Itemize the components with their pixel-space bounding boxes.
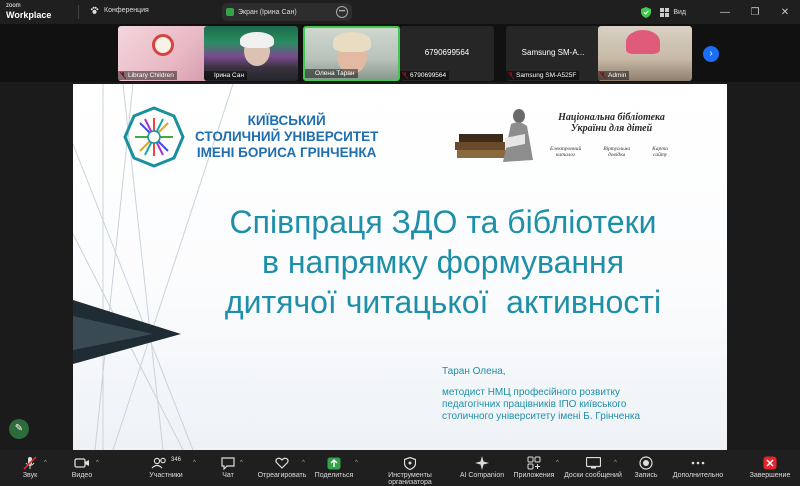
hair — [240, 32, 274, 48]
share-options-chevron-icon[interactable]: ^ — [355, 460, 358, 466]
conference-label: Конференция — [104, 7, 149, 14]
minimize-button[interactable]: — — [710, 0, 740, 24]
zoom-window: zoom Workplace Конференция Экран (Ірина … — [0, 0, 800, 486]
end-button[interactable]: Завершение — [740, 456, 800, 479]
restore-button[interactable]: ❐ — [740, 0, 770, 24]
chat-button[interactable]: Чат — [198, 456, 258, 479]
link-catalog: Електронний каталог — [549, 146, 582, 158]
window-controls: Вид — ❐ ✕ — [641, 0, 800, 24]
next-page-button[interactable]: › — [703, 46, 719, 62]
annotate-button[interactable]: ✎ — [9, 419, 29, 439]
author-position: методист НМЦ професійного розвитку педаг… — [442, 387, 641, 422]
more-button[interactable]: Дополнительно — [666, 456, 730, 479]
title-bar: zoom Workplace Конференция Экран (Ірина … — [0, 0, 800, 24]
view-grid-icon — [660, 7, 670, 17]
divider — [78, 5, 79, 19]
university-logo: КИЇВСЬКИЙ СТОЛИЧНИЙ УНІВЕРСИТЕТ ІМЕНІ БО… — [123, 106, 378, 168]
share-screen-icon — [226, 8, 234, 16]
participant-tile[interactable]: 6790699564 6790699564 — [400, 26, 494, 81]
participant-tile[interactable]: Library Children — [118, 26, 212, 81]
apps-button[interactable]: Приложения — [504, 456, 564, 479]
chat-options-chevron-icon[interactable]: ^ — [240, 460, 243, 466]
conference-button[interactable]: Конференция — [90, 6, 149, 15]
people-icon: 346 — [136, 456, 196, 470]
chat-icon — [198, 456, 258, 470]
avatar — [626, 30, 660, 54]
shared-slide: КИЇВСЬКИЙ СТОЛИЧНИЙ УНІВЕРСИТЕТ ІМЕНІ БО… — [73, 84, 727, 450]
author-name: Таран Олена, — [442, 366, 506, 377]
participant-tile[interactable]: Admin — [598, 26, 692, 81]
author-block: Таран Олена, методист НМЦ професійного р… — [442, 366, 702, 423]
participant-count: 346 — [170, 456, 181, 463]
video-button[interactable]: Видео — [52, 456, 112, 479]
participant-tile[interactable]: Samsung SM-A... Samsung SM-A525F — [506, 26, 600, 81]
link-reference: Віртуальна довідка — [603, 146, 631, 158]
zoom-logo: zoom Workplace — [6, 3, 52, 20]
hair — [333, 32, 371, 52]
audio-options-chevron-icon[interactable]: ^ — [44, 460, 47, 466]
close-window-button[interactable]: ✕ — [770, 0, 800, 24]
library-links: Електронний каталог Віртуальна довідка Кар… — [539, 146, 679, 158]
avatar — [152, 34, 174, 56]
participants-options-chevron-icon[interactable]: ^ — [193, 460, 196, 466]
more-icon — [666, 456, 730, 470]
ai-companion-button[interactable]: AI Companion — [452, 456, 512, 479]
library-title: Національна бібліотека України для дітей — [558, 112, 665, 134]
participant-name: Library Children — [118, 71, 177, 80]
shield-icon — [368, 456, 452, 470]
sparkle-icon — [452, 456, 512, 470]
screen-share-indicator[interactable]: Экран (Ірина Сан) ••• — [222, 3, 352, 21]
university-name: КИЇВСЬКИЙ СТОЛИЧНИЙ УНІВЕРСИТЕТ ІМЕНІ БО… — [195, 113, 379, 160]
library-statue-icon — [455, 109, 533, 162]
more-options-button[interactable]: ••• — [336, 6, 348, 18]
participant-name: Samsung SM-A525F — [506, 71, 580, 80]
apps-icon — [504, 456, 564, 470]
participant-name: Олена Таран — [305, 69, 358, 78]
participant-name: 6790699564 — [400, 71, 450, 80]
participant-name: Ірина Сан — [204, 71, 248, 80]
slide-title: Співпраця ЗДО та бібліотеки в напрямку ф… — [224, 204, 662, 320]
link-sitemap: Карта сайту — [652, 146, 668, 158]
view-button[interactable]: Вид — [673, 9, 686, 16]
video-options-chevron-icon[interactable]: ^ — [96, 460, 99, 466]
end-icon — [740, 456, 800, 470]
participant-name: Admin — [598, 71, 630, 80]
participants-button[interactable]: 346 Участники — [136, 456, 196, 480]
host-tools-button[interactable]: Инструменты организатора — [368, 456, 452, 486]
university-emblem-icon — [123, 106, 185, 168]
participant-big-name: 6790699564 — [424, 48, 470, 57]
audio-button[interactable]: Звук — [0, 456, 60, 479]
participant-tile-active[interactable]: Олена Таран — [303, 26, 400, 81]
mic-muted-icon — [0, 456, 60, 470]
participant-strip: Library Children Ірина Сан Олена Таран 6… — [0, 24, 800, 82]
library-logo: Національна бібліотека України для дітей… — [453, 104, 679, 168]
shield-icon[interactable] — [641, 6, 652, 18]
screen-label: Экран (Ірина Сан) — [238, 8, 297, 16]
paw-icon — [90, 6, 99, 14]
camera-icon — [52, 456, 112, 470]
participant-tile[interactable]: Ірина Сан — [204, 26, 298, 81]
meeting-toolbar: Звук ^ Видео ^ 346 Участники ^ Чат ^ Отр… — [0, 450, 800, 486]
participant-big-name: Samsung SM-A... — [521, 48, 585, 57]
